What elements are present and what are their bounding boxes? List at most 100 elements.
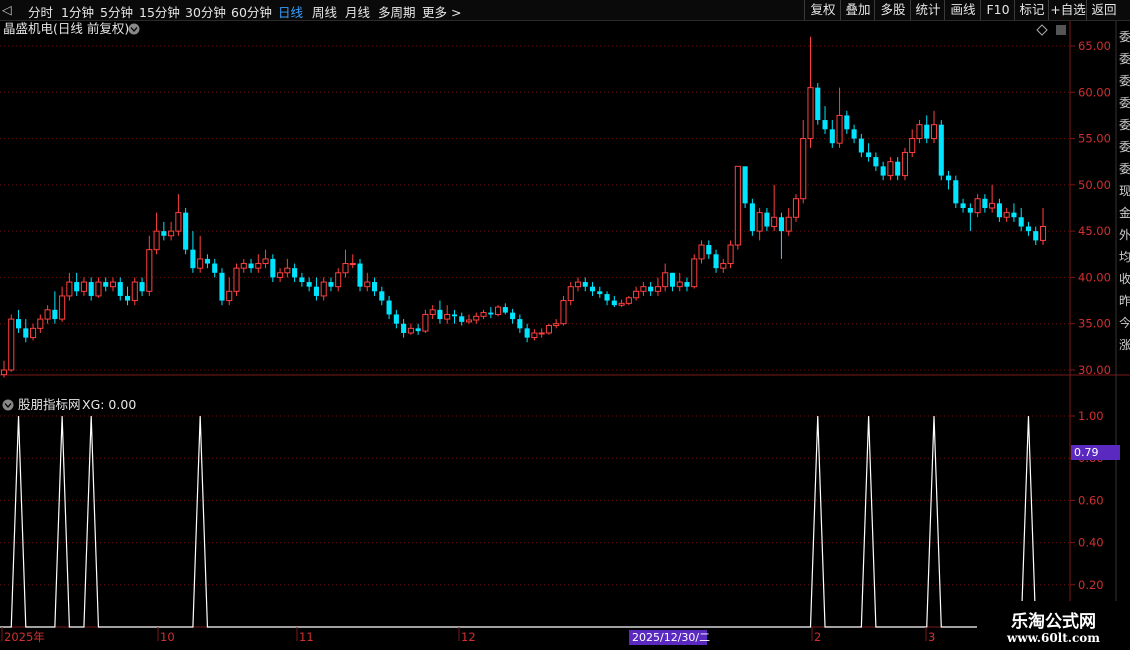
candle-body-up [618,302,625,306]
price-tick-label: 45.00 [1078,224,1111,238]
candle-body-down [960,203,966,208]
price-tick-label: 30.00 [1078,363,1111,377]
candle-body-down [357,263,363,287]
candle-body-up [262,258,269,265]
candle-body-down [437,309,443,320]
candle-body-up [109,281,117,288]
period-tab-weekly[interactable]: 周线 [312,2,337,21]
candle-body-up [756,212,763,232]
candle-body-up [901,151,908,177]
period-tab-1min[interactable]: 1分钟 [61,2,94,21]
multi-stock-button[interactable]: 多股 [874,0,911,20]
candle-body-down [597,291,603,295]
window-icon [1056,25,1066,35]
xg-readout: XG: 0.00 [82,397,136,412]
kline-chart[interactable]: 65.00 60.00 55.00 50.00 45.00 40.00 35.00 30.00… [0,21,1130,650]
period-tab-monthly[interactable]: 月线 [345,2,370,21]
side-strip-glyph: 现 [1119,184,1130,198]
period-tab-5min[interactable]: 5分钟 [100,2,133,21]
mark-button[interactable]: 标记 [1014,0,1049,20]
candle-body-up [422,313,429,332]
time-label: 10 [160,630,175,644]
candle-body-up [698,244,705,260]
candle-body-down [684,282,690,287]
period-tab-15min[interactable]: 15分钟 [139,2,180,21]
candle-body-up [531,332,538,339]
overlay-button[interactable]: 叠加 [840,0,875,20]
candle-body-down [982,198,988,208]
candle-body-up [146,249,153,292]
candle-body-up [284,267,291,274]
add-watchlist-button[interactable]: +自选 [1048,0,1087,20]
indicator-tick-label: 1.00 [1078,409,1104,423]
side-strip: 委委委委委委委现金外均收昨今涨 [1119,30,1130,352]
indicator-title: 股朋指标网 [18,397,81,412]
price-tick-label: 65.00 [1078,39,1111,53]
candle-body-down [648,286,654,292]
candle-body-up [429,309,436,315]
price-tick-label: 35.00 [1078,317,1111,331]
period-tab-more[interactable]: 更多 > [422,2,461,21]
candle-body-down [946,175,952,181]
candle-body-down [386,300,392,315]
candle-body-up [574,281,582,288]
candle-body-up [545,325,552,334]
candle-body-down [866,152,872,158]
candle-body-down [190,249,196,269]
diamond-icon [1036,24,1048,36]
f10-button[interactable]: F10 [980,0,1015,20]
candle-body-down [742,166,748,204]
candle-body-up [30,327,37,339]
candle-body-up [59,295,66,320]
candle-body-down [604,294,610,301]
candle-body-up [538,332,545,335]
candle-body-down [204,258,210,264]
candle-body-up [662,272,669,288]
candle-body-down [829,129,835,144]
candles [0,36,1047,378]
side-strip-glyph: 昨 [1119,294,1130,308]
candle-body-down [212,263,218,273]
period-tab-60min[interactable]: 60分钟 [231,2,272,21]
period-tab-daily[interactable]: 日线 [278,2,303,21]
period-tab-30min[interactable]: 30分钟 [185,2,226,21]
stats-button[interactable]: 统计 [910,0,945,20]
nav-left-icon[interactable]: ◁ [2,2,12,17]
candle-body-up [495,306,502,315]
candle-body-up [887,161,894,177]
current-value-label: 0.79 [1074,446,1099,459]
candle-body-up [168,230,175,237]
candle-body-up [792,198,800,218]
candle-body-down [996,203,1002,218]
candle-body-down [1025,226,1032,232]
candle-body-down [328,282,334,287]
price-tick-label: 40.00 [1078,270,1111,284]
side-strip-glyph: 委 [1119,140,1130,154]
draw-line-button[interactable]: 画线 [944,0,981,20]
period-toolbar: ◁ 分时 1分钟 5分钟 15分钟 30分钟 60分钟 日线 周线 月线 多周期… [0,0,1130,21]
candle-body-down [139,282,145,292]
side-strip-glyph: 外 [1119,228,1130,242]
period-tab-fenshi[interactable]: 分时 [28,2,53,21]
candle-body-down [953,180,959,204]
side-strip-glyph: 委 [1119,96,1130,110]
candle-body-down [510,312,516,320]
cursor-date-label: 2025/12/30/二 [632,631,710,644]
candle-body-down [451,314,458,317]
candle-body-up [480,312,487,317]
candle-body-down [778,217,784,232]
candle-body-up [342,263,349,274]
candle-body-down [822,120,828,130]
candle-body-up [8,318,15,371]
time-label: 11 [299,630,314,644]
candle-body-down [299,277,305,283]
back-button[interactable]: 返回 [1086,0,1121,20]
candle-body-up [727,244,734,265]
candle-body-down [379,291,385,301]
period-tab-multi[interactable]: 多周期 [378,2,416,21]
indicator-tick-label: 0.60 [1078,493,1104,507]
side-strip-glyph: 委 [1119,74,1130,88]
candle-body-up [785,216,792,232]
candle-body-down [502,307,508,313]
fuquan-button[interactable]: 复权 [804,0,841,20]
